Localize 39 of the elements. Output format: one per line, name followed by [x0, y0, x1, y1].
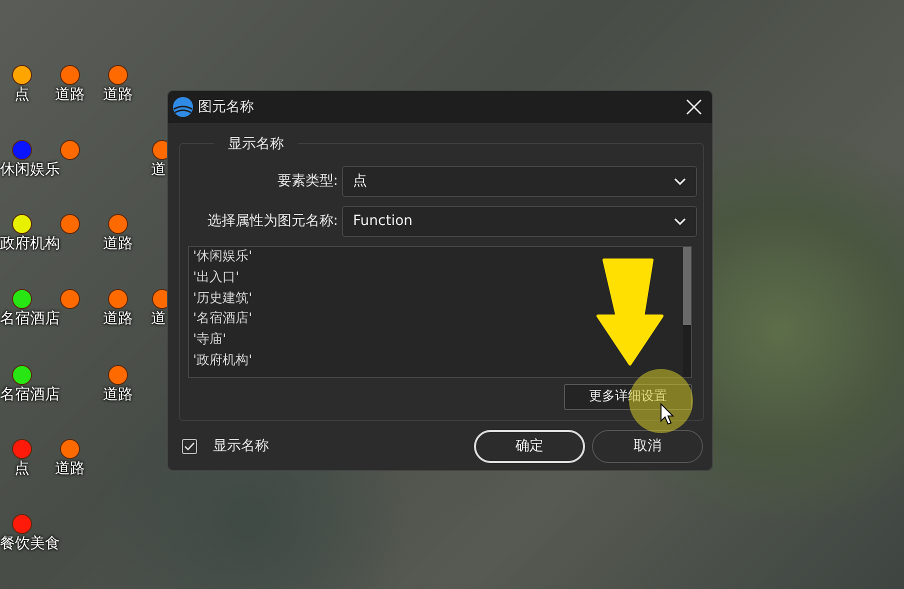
map-point-label: 名宿酒店 [0, 387, 60, 402]
map-point-label: 道路 [103, 87, 133, 102]
checkbox-label: 显示名称 [213, 437, 269, 456]
field-label: 要素类型: [276, 172, 338, 191]
list-item[interactable]: '历史建筑' [193, 288, 252, 310]
map-point-label: 道路 [55, 87, 85, 102]
values-list[interactable]: '休闲娱乐' '出入口' '历史建筑' '名宿酒店' '寺庙' '政府机构' [188, 246, 692, 378]
list-item[interactable]: '休闲娱乐' [193, 247, 252, 268]
field-label: 选择属性为图元名称: [206, 212, 338, 231]
map-point-label: 道 [151, 311, 166, 326]
down-arrow-icon [596, 258, 664, 366]
checkbox[interactable] [182, 439, 197, 454]
map-point-label: 道路 [103, 311, 133, 326]
app-logo-icon [172, 96, 194, 118]
dropdown-field[interactable]: 点 [342, 166, 697, 197]
map-point-label: 道路 [103, 387, 133, 402]
dialog-button[interactable]: 取消 [592, 430, 703, 463]
map-point-label: 餐饮美食 [0, 536, 60, 551]
more-settings-button[interactable]: 更多详细设置 [564, 384, 692, 410]
dialog-title: 图元名称 [198, 98, 254, 116]
map-point-label: 名宿酒店 [0, 311, 60, 326]
map-point-label: 点 [14, 461, 30, 476]
mouse-pointer-icon [660, 403, 674, 425]
list-item[interactable]: '政府机构' [193, 350, 252, 372]
list-item[interactable]: '寺庙' [193, 330, 226, 351]
map-point-label: 道路 [55, 461, 85, 476]
dialog-button[interactable]: 确定 [474, 430, 585, 463]
map-point-label: 政府机构 [0, 236, 60, 251]
chevron-down-icon [674, 218, 686, 226]
map-point-label: 点 [14, 87, 30, 102]
chevron-down-icon [674, 178, 686, 186]
list-item[interactable]: '名宿酒店' [193, 309, 252, 330]
scrollbar[interactable] [683, 247, 691, 377]
dropdown-field[interactable]: Function [342, 206, 697, 237]
map-point-label: 道路 [103, 236, 133, 251]
map-point-label: 休闲娱乐 [0, 162, 60, 177]
map-point-label: 道 [151, 162, 166, 177]
close-icon[interactable] [686, 99, 702, 115]
list-item[interactable]: '出入口' [193, 268, 240, 289]
